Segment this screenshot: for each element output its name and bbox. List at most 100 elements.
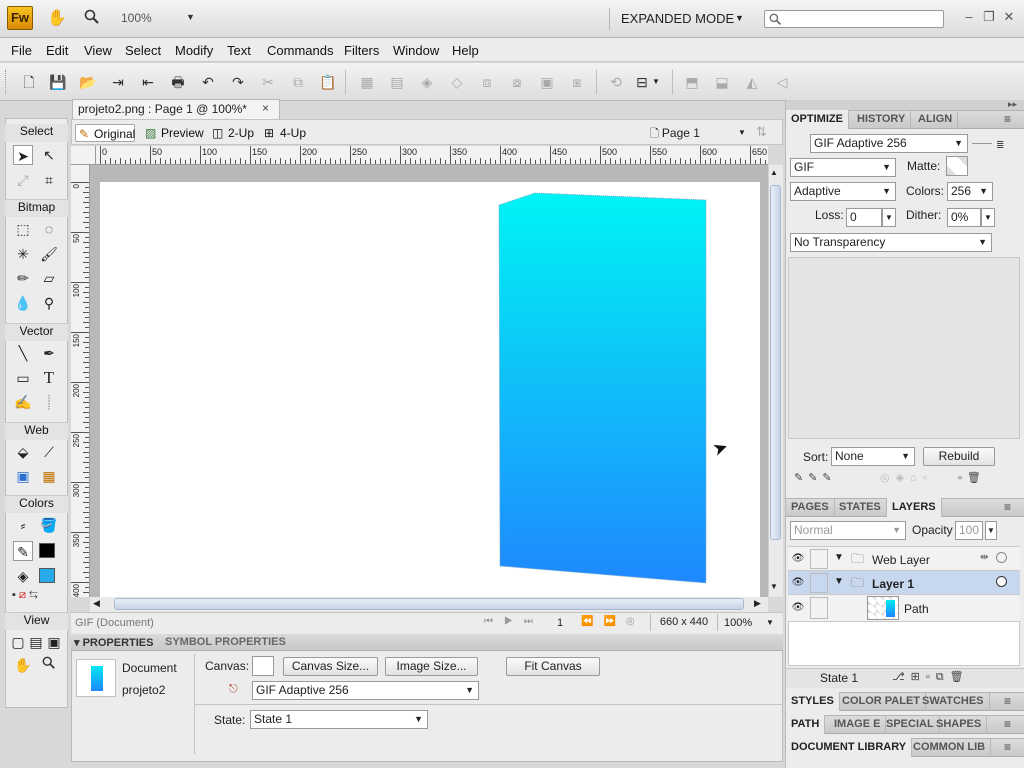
copy-icon[interactable]: ⧉ <box>289 73 307 91</box>
menu-select[interactable]: Select <box>125 43 161 58</box>
scale-tool-icon[interactable]: ⤢ <box>13 170 33 190</box>
menu-modify[interactable]: Modify <box>175 43 213 58</box>
import-icon[interactable]: ⇥ <box>109 73 127 91</box>
hand-icon[interactable]: ✋ <box>47 9 67 29</box>
show-slices-icon[interactable]: ▦ <box>39 466 59 486</box>
lasso-tool-icon[interactable]: ◌ <box>39 219 59 239</box>
open-icon[interactable]: 📂 <box>79 73 97 91</box>
cut-icon[interactable]: ✂ <box>259 73 277 91</box>
brush-tool-icon[interactable]: 🖌 <box>39 244 59 264</box>
canvas-size-button[interactable]: Canvas Size... <box>283 657 378 676</box>
matte-color-swatch[interactable] <box>946 156 968 176</box>
status-zoom[interactable]: 100% <box>724 617 752 629</box>
print-icon[interactable]: 🖶 <box>169 73 187 91</box>
search-input[interactable] <box>764 10 944 28</box>
ungroup-icon[interactable]: ▤ <box>388 73 406 91</box>
page-selector[interactable]: 🗋 Page 1 ▼ <box>650 124 750 142</box>
undo-icon[interactable]: ↶ <box>199 73 217 91</box>
line-tool-icon[interactable]: ╲ <box>13 343 33 363</box>
rebuild-button[interactable]: Rebuild <box>923 447 995 466</box>
stroke-color-icon[interactable]: ✎ <box>13 541 33 561</box>
export-settings-select[interactable]: GIF Adaptive 256 ▼ <box>252 681 479 700</box>
eyedropper-tool-icon[interactable]: ⸗ <box>13 515 33 535</box>
loss-input[interactable]: 0 <box>846 208 882 227</box>
frame-nav-controls[interactable]: ⏪⏩◎ <box>581 616 645 627</box>
transparency-select[interactable]: No Transparency ▼ <box>790 233 992 252</box>
group-icon[interactable]: ▦ <box>358 73 376 91</box>
gradient-box-shape[interactable] <box>495 190 710 585</box>
color-lock-icons[interactable]: ◎◈⌂▫ <box>880 471 933 484</box>
pen-tool-icon[interactable]: ✒ <box>39 343 59 363</box>
tab-properties[interactable]: ▾ PROPERTIES <box>74 636 153 649</box>
menu-edit[interactable]: Edit <box>46 43 68 58</box>
view-2up-button[interactable]: ◫ 2-Up <box>210 124 258 142</box>
close-button[interactable]: ✕ <box>1001 9 1017 25</box>
tab-document-library[interactable]: DOCUMENT LIBRARY <box>786 738 913 757</box>
restore-button[interactable]: ❐ <box>981 9 997 25</box>
document-tab-title[interactable]: projeto2.png : Page 1 @ 100%* <box>78 102 247 116</box>
chevron-down-icon[interactable]: ▼ <box>186 12 195 22</box>
workspace-mode-menu[interactable]: EXPANDED MODE <box>621 11 734 26</box>
options-icon[interactable]: ≣ <box>996 140 1004 151</box>
export-settings-icon[interactable]: ⎋ <box>229 683 238 696</box>
layer-action-icons[interactable]: ⎇⊞▫⧉🗑 <box>892 670 970 684</box>
dither-input[interactable]: 0% <box>947 208 981 227</box>
align-icon[interactable]: ⊟ <box>633 73 651 91</box>
canvas-color-swatch[interactable] <box>252 656 274 676</box>
palette-select[interactable]: Adaptive ▼ <box>790 182 896 201</box>
image-size-button[interactable]: Image Size... <box>385 657 478 676</box>
page-options-icon[interactable]: ⇅ <box>756 124 767 140</box>
slice-tool-icon[interactable]: ⟋ <box>39 442 59 462</box>
rectangle-tool-icon[interactable]: ▭ <box>13 368 33 388</box>
minimize-button[interactable]: ‒ <box>961 9 977 25</box>
stroke-color-swatch[interactable] <box>39 543 55 558</box>
zoom-level[interactable]: 100% <box>121 11 152 25</box>
tab-image-editing[interactable]: IMAGE E <box>829 715 887 734</box>
scroll-right-icon[interactable]: ▶ <box>754 598 761 609</box>
panel-menu-icon[interactable]: ≡ <box>1004 112 1011 126</box>
menu-filters[interactable]: Filters <box>344 43 379 58</box>
redo-icon[interactable]: ↷ <box>229 73 247 91</box>
panel-menu-icon[interactable]: ≡ <box>1004 500 1011 514</box>
union-icon[interactable]: ⧈ <box>478 73 496 91</box>
freeform-tool-icon[interactable]: ✍ <box>13 392 33 412</box>
lock-toggle[interactable] <box>810 549 828 569</box>
split-icon[interactable]: ◇ <box>448 73 466 91</box>
tab-shapes[interactable]: SHAPES <box>931 715 988 734</box>
opacity-slider-button[interactable]: ▼ <box>985 521 997 540</box>
layer-select-indicator[interactable] <box>996 576 1007 587</box>
dither-slider-button[interactable]: ▼ <box>981 208 995 227</box>
tab-path[interactable]: PATH <box>786 715 826 734</box>
chevron-down-icon[interactable]: ▼ <box>766 618 774 627</box>
color-edit-icons[interactable]: ✎✎✎ <box>794 471 837 484</box>
share-layer-icon[interactable]: ⇹ <box>980 552 988 563</box>
rotate-icon[interactable]: ⟲ <box>607 73 625 91</box>
vertical-scroll-thumb[interactable] <box>770 185 781 540</box>
colors-select[interactable]: 256 ▼ <box>947 182 993 201</box>
crop-tool-icon[interactable]: ⌗ <box>39 170 59 190</box>
menu-file[interactable]: File <box>11 43 32 58</box>
collapse-icon[interactable]: ▸▸ <box>1008 99 1017 110</box>
crop-icon[interactable]: ⧆ <box>568 73 586 91</box>
zoom-icon[interactable] <box>82 9 102 29</box>
full-screen-menu-icon[interactable]: ▤ <box>27 632 45 652</box>
lock-toggle[interactable] <box>810 573 828 593</box>
view-original-button[interactable]: ✎ Original <box>75 124 135 142</box>
eye-icon[interactable]: 👁 <box>790 553 806 564</box>
close-document-icon[interactable]: × <box>262 101 269 115</box>
eraser-tool-icon[interactable]: ▱ <box>39 268 59 288</box>
expand-toggle-icon[interactable]: ▼ <box>834 576 844 587</box>
rubber-stamp-tool-icon[interactable]: ⚲ <box>39 293 59 313</box>
blur-tool-icon[interactable]: 💧 <box>13 293 33 313</box>
tab-styles[interactable]: STYLES <box>786 692 840 711</box>
scroll-left-icon[interactable]: ◀ <box>93 598 100 609</box>
fit-canvas-button[interactable]: Fit Canvas <box>506 657 600 676</box>
playback-controls[interactable]: ⏮▶⏭ <box>484 616 544 627</box>
hide-slices-icon[interactable]: ▣ <box>13 466 33 486</box>
join-icon[interactable]: ◈ <box>418 73 436 91</box>
chevron-down-icon[interactable]: ▼ <box>652 77 660 86</box>
tab-symbol-properties[interactable]: SYMBOL PROPERTIES <box>165 636 286 648</box>
layer-name[interactable]: Layer 1 <box>872 577 914 591</box>
full-screen-icon[interactable]: ▣ <box>45 632 63 652</box>
paste-icon[interactable]: 📋 <box>319 73 337 91</box>
